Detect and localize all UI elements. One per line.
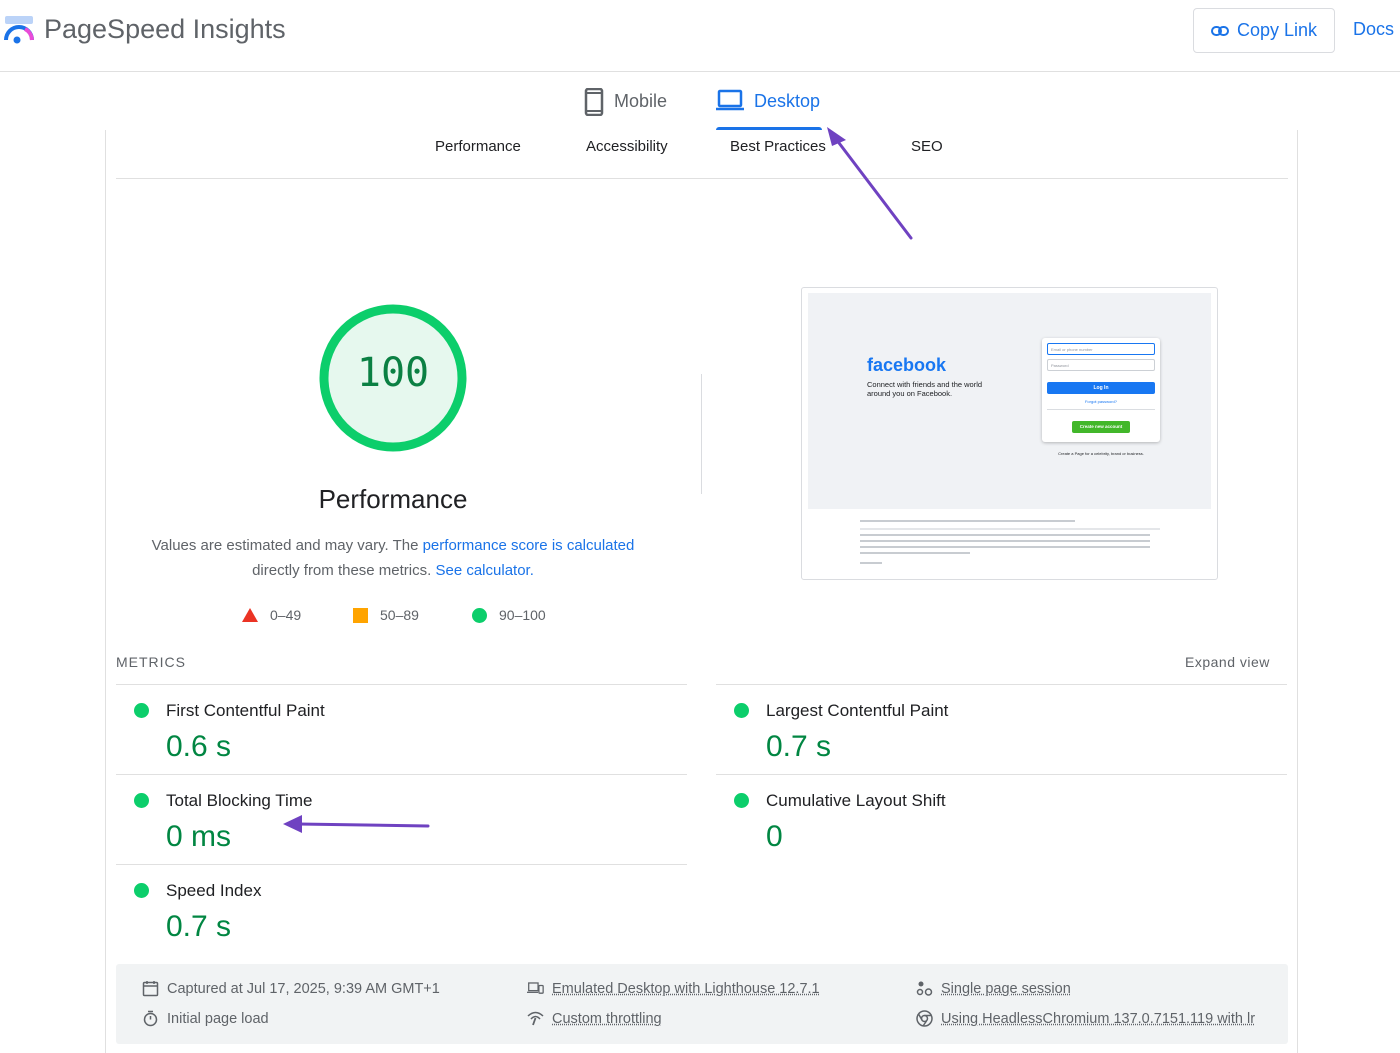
metric-name: Largest Contentful Paint: [766, 701, 949, 720]
metrics-heading: METRICS: [116, 654, 186, 670]
legend-fail: 0–49: [242, 603, 301, 627]
phone-icon: [584, 88, 604, 116]
laptop-icon: [716, 89, 744, 111]
tab-mobile-label: Mobile: [614, 91, 668, 111]
green-circle-icon: [472, 607, 487, 623]
pass-circle-icon: [134, 793, 149, 808]
top-bar: PageSpeed Insights Copy Link Docs: [0, 0, 1400, 72]
metric-total-blocking-time: Total Blocking Time 0 ms: [116, 774, 687, 864]
initial-load: Initial page load: [142, 1010, 269, 1027]
tab-best-practices[interactable]: Best Practices: [730, 138, 826, 155]
footer-line: [860, 552, 970, 554]
metric-value: 0.6 s: [166, 730, 232, 763]
screenshot-background: facebook Connect with friends and the wo…: [808, 293, 1211, 509]
page-screenshot: facebook Connect with friends and the wo…: [801, 287, 1218, 580]
category-tabs: Performance Accessibility Best Practices…: [116, 132, 1288, 179]
initial-load-text: Initial page load: [167, 1010, 269, 1027]
expand-view-button[interactable]: Expand view: [1185, 654, 1270, 670]
footer-line: [860, 520, 1075, 522]
score-calculated-link[interactable]: performance score is calculated: [423, 537, 635, 554]
metric-first-contentful-paint: First Contentful Paint 0.6 s: [116, 684, 687, 774]
copy-link-button[interactable]: Copy Link: [1193, 8, 1335, 53]
see-calculator-link[interactable]: See calculator.: [435, 562, 533, 579]
email-field: Email or phone number: [1047, 343, 1155, 355]
performance-score: 100: [356, 350, 430, 396]
metric-value: 0.7 s: [166, 910, 232, 943]
metric-speed-index: Speed Index 0.7 s: [116, 864, 687, 954]
login-button: Log In: [1047, 382, 1155, 394]
link-icon: [1210, 25, 1229, 36]
score-description: Values are estimated and may vary. The p…: [143, 533, 643, 583]
forgot-password-link: Forgot password?: [1084, 399, 1117, 404]
network-icon: [527, 1011, 544, 1026]
screenshot-footer-links: [860, 518, 1160, 568]
facebook-tagline: Connect with friends and the world aroun…: [867, 380, 983, 398]
browser-text: Using HeadlessChromium 137.0.7151.119 wi…: [941, 1010, 1256, 1027]
tab-desktop[interactable]: Desktop: [716, 80, 822, 130]
legend-average: 50–89: [353, 603, 419, 627]
browser-version[interactable]: Using HeadlessChromium 137.0.7151.119 wi…: [916, 1010, 1255, 1027]
session[interactable]: Single page session: [916, 980, 1071, 997]
vertical-divider: [701, 374, 702, 494]
captured-text: Captured at Jul 17, 2025, 9:39 AM GMT+1: [167, 980, 440, 997]
calendar-icon: [142, 981, 159, 997]
create-account-button: Create new account: [1072, 421, 1130, 433]
footer-line: [860, 540, 1150, 542]
timer-icon: [143, 1010, 158, 1027]
metric-cumulative-layout-shift: Cumulative Layout Shift 0: [716, 774, 1287, 864]
tab-seo[interactable]: SEO: [911, 138, 943, 155]
tab-desktop-label: Desktop: [754, 91, 821, 111]
performance-label: Performance: [318, 484, 468, 514]
session-icon: [916, 981, 933, 996]
pass-circle-icon: [734, 703, 749, 718]
metric-name: Speed Index: [166, 881, 262, 900]
tab-performance[interactable]: Performance: [435, 138, 521, 155]
chrome-icon: [916, 1010, 933, 1027]
login-card: Email or phone number Password Log In Fo…: [1042, 338, 1160, 442]
runtime-settings: Captured at Jul 17, 2025, 9:39 AM GMT+1 …: [116, 964, 1288, 1044]
legend-average-range: 50–89: [380, 607, 419, 623]
captured-at: Captured at Jul 17, 2025, 9:39 AM GMT+1: [142, 980, 440, 997]
metric-name: Cumulative Layout Shift: [766, 791, 946, 810]
pass-circle-icon: [734, 793, 749, 808]
footer-line: [860, 562, 882, 564]
emulated-text: Emulated Desktop with Lighthouse 12.7.1: [552, 980, 820, 997]
metric-value: 0.7 s: [766, 730, 832, 763]
pass-circle-icon: [134, 703, 149, 718]
tab-accessibility[interactable]: Accessibility: [586, 138, 668, 155]
device-tabs: Mobile Desktop: [0, 80, 1400, 130]
metric-name: First Contentful Paint: [166, 701, 325, 720]
legend-pass-range: 90–100: [499, 607, 546, 623]
facebook-logo: facebook: [867, 355, 947, 375]
create-page-text: Create a Page for a celebrity, brand or …: [1058, 451, 1144, 456]
red-triangle-icon: [242, 608, 258, 622]
metric-value: 0 ms: [166, 820, 232, 853]
footer-line: [860, 534, 1150, 536]
password-field: Password: [1047, 359, 1155, 371]
throttling-text: Custom throttling: [552, 1010, 662, 1027]
tab-mobile[interactable]: Mobile: [584, 80, 667, 130]
footer-line: [860, 528, 1160, 530]
desc-middle: directly from these metrics.: [252, 562, 436, 579]
desc-prefix: Values are estimated and may vary. The: [151, 537, 423, 554]
emulated-device[interactable]: Emulated Desktop with Lighthouse 12.7.1: [527, 980, 820, 997]
pass-circle-icon: [134, 883, 149, 898]
throttling[interactable]: Custom throttling: [527, 1010, 662, 1027]
legend-fail-range: 0–49: [270, 607, 302, 623]
docs-link[interactable]: Docs: [1353, 19, 1394, 40]
devices-icon: [527, 982, 544, 994]
metric-largest-contentful-paint: Largest Contentful Paint 0.7 s: [716, 684, 1287, 774]
pagespeed-logo-icon: [4, 16, 34, 44]
app-title: PageSpeed Insights: [44, 14, 286, 44]
card-divider: [1047, 409, 1155, 410]
session-text: Single page session: [941, 980, 1071, 997]
legend-pass: 90–100: [472, 603, 546, 627]
metric-name: Total Blocking Time: [166, 791, 313, 810]
copy-link-label: Copy Link: [1236, 20, 1318, 40]
orange-square-icon: [353, 607, 368, 623]
metric-value: 0: [766, 820, 783, 853]
footer-line: [860, 546, 1150, 548]
